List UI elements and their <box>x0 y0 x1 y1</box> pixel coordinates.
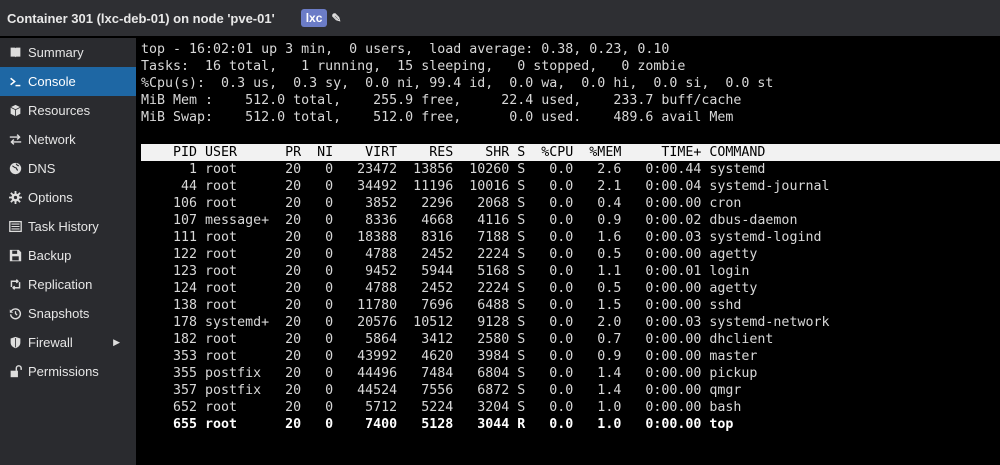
sidebar-item-summary[interactable]: Summary <box>0 38 136 67</box>
sidebar-item-label: Backup <box>28 248 72 263</box>
process-row-running: 655 root 20 0 7400 5128 3044 R 0.0 1.0 0… <box>141 417 734 432</box>
sidebar-item-label: Summary <box>28 45 84 60</box>
process-row: 353 root 20 0 43992 4620 3984 S 0.0 0.9 … <box>141 349 758 364</box>
process-row: 1 root 20 0 23472 13856 10260 S 0.0 2.6 … <box>141 162 766 177</box>
sidebar-item-replication[interactable]: Replication <box>0 270 136 299</box>
sidebar-item-task-history[interactable]: Task History <box>0 212 136 241</box>
panel-header: Container 301 (lxc-deb-01) on node 'pve-… <box>0 0 1000 36</box>
summary-line: MiB Mem : 512.0 total, 255.9 free, 22.4 … <box>141 93 742 108</box>
pencil-icon[interactable]: ✎ <box>331 11 341 25</box>
sidebar-item-dns[interactable]: DNS <box>0 154 136 183</box>
process-row: 124 root 20 0 4788 2452 2224 S 0.0 0.5 0… <box>141 281 758 296</box>
process-row: 178 systemd+ 20 0 20576 10512 9128 S 0.0… <box>141 315 830 330</box>
sidebar-item-label: DNS <box>28 161 56 176</box>
sidebar-item-snapshots[interactable]: Snapshots <box>0 299 136 328</box>
sidebar-item-label: Console <box>28 74 76 89</box>
book-icon <box>2 46 28 59</box>
process-row: 122 root 20 0 4788 2452 2224 S 0.0 0.5 0… <box>141 247 758 262</box>
process-row: 111 root 20 0 18388 8316 7188 S 0.0 1.6 … <box>141 230 822 245</box>
sidebar-item-permissions[interactable]: Permissions <box>0 357 136 386</box>
sidebar-item-label: Replication <box>28 277 93 292</box>
sidebar-item-label: Snapshots <box>28 306 90 321</box>
panel-title: Container 301 (lxc-deb-01) on node 'pve-… <box>7 10 275 26</box>
list-icon <box>2 220 28 233</box>
tag-badge[interactable]: lxc <box>300 9 328 27</box>
process-row: 106 root 20 0 3852 2296 2068 S 0.0 0.4 0… <box>141 196 742 211</box>
sidebar-item-resources[interactable]: Resources <box>0 96 136 125</box>
sidebar-item-label: Task History <box>28 219 99 234</box>
process-row: 182 root 20 0 5864 3412 2580 S 0.0 0.7 0… <box>141 332 774 347</box>
sidebar-item-label: Network <box>28 132 76 147</box>
expand-arrow-icon[interactable]: ▶ <box>113 337 120 348</box>
summary-line: MiB Swap: 512.0 total, 512.0 free, 0.0 u… <box>141 110 734 125</box>
sidebar-item-network[interactable]: Network <box>0 125 136 154</box>
gear-icon <box>2 191 28 204</box>
process-column-header: PID USER PR NI VIRT RES SHR S %CPU %MEM … <box>141 144 1000 161</box>
terminal-icon <box>2 75 28 88</box>
cube-icon <box>2 104 28 117</box>
history-icon <box>2 307 28 320</box>
top-summary: top - 16:02:01 up 3 min, 0 users, load a… <box>141 41 773 126</box>
sidebar-item-label: Options <box>28 190 73 205</box>
sidebar-item-label: Firewall <box>28 335 73 350</box>
process-row: 138 root 20 0 11780 7696 6488 S 0.0 1.5 … <box>141 298 742 313</box>
sidebar-item-options[interactable]: Options <box>0 183 136 212</box>
exchange-icon <box>2 133 28 146</box>
column-header-line: PID USER PR NI VIRT RES SHR S %CPU %MEM … <box>141 145 766 160</box>
sidebar-item-label: Permissions <box>28 364 99 379</box>
sidebar-item-console[interactable]: Console <box>0 67 136 96</box>
unlock-icon <box>2 365 28 378</box>
summary-line: %Cpu(s): 0.3 us, 0.3 sy, 0.0 ni, 99.4 id… <box>141 76 774 91</box>
process-row: 652 root 20 0 5712 5224 3204 S 0.0 1.0 0… <box>141 400 742 415</box>
globe-icon <box>2 162 28 175</box>
summary-line: Tasks: 16 total, 1 running, 15 sleeping,… <box>141 59 686 74</box>
process-row: 107 message+ 20 0 8336 4668 4116 S 0.0 0… <box>141 213 798 228</box>
shield-icon <box>2 336 28 349</box>
process-row: 123 root 20 0 9452 5944 5168 S 0.0 1.1 0… <box>141 264 750 279</box>
process-row: 357 postfix 20 0 44524 7556 6872 S 0.0 1… <box>141 383 742 398</box>
floppy-icon <box>2 249 28 262</box>
sidebar-item-firewall[interactable]: Firewall ▶ <box>0 328 136 357</box>
sidebar-item-label: Resources <box>28 103 91 118</box>
retweet-icon <box>2 278 28 291</box>
process-row: 44 root 20 0 34492 11196 10016 S 0.0 2.1… <box>141 179 830 194</box>
console-terminal[interactable]: top - 16:02:01 up 3 min, 0 users, load a… <box>136 38 1000 465</box>
process-list: 1 root 20 0 23472 13856 10260 S 0.0 2.6 … <box>141 161 829 433</box>
sidebar-item-backup[interactable]: Backup <box>0 241 136 270</box>
process-row: 355 postfix 20 0 44496 7484 6804 S 0.0 1… <box>141 366 758 381</box>
summary-line: top - 16:02:01 up 3 min, 0 users, load a… <box>141 42 670 57</box>
sidebar: Summary Console Resources Network DNS Op… <box>0 38 136 465</box>
